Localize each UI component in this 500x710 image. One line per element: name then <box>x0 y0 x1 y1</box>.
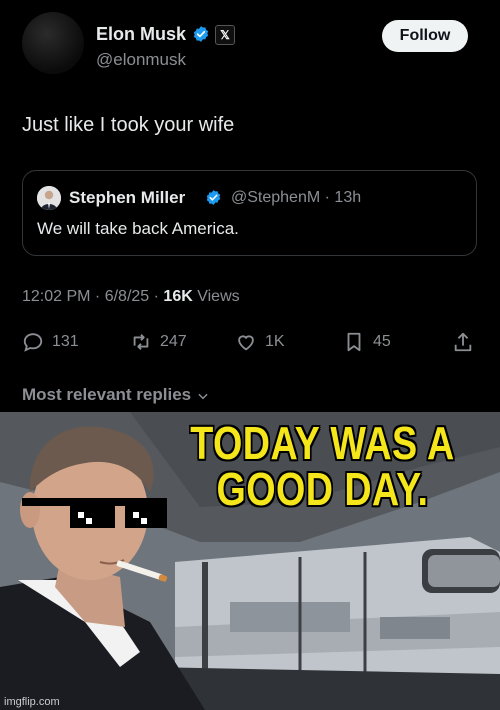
repost-icon <box>133 334 149 350</box>
views-count: 16K <box>163 288 193 305</box>
reply-button[interactable]: 131 <box>22 328 79 356</box>
caption-line-2: GOOD DAY. <box>216 463 429 515</box>
x-logo-icon: 𝕏 <box>215 25 235 45</box>
chevron-down-icon <box>198 393 208 399</box>
quote-meta: @StephenM · 13h <box>231 189 361 207</box>
quote-text: We will take back America. <box>37 219 239 238</box>
reply-count: 131 <box>52 333 79 350</box>
author-handle[interactable]: @elonmusk <box>96 50 186 70</box>
reply-icon <box>23 333 43 352</box>
meme-image: TODAY WAS A GOOD DAY. imgflip.com <box>0 412 500 710</box>
watermark: imgflip.com <box>4 696 60 708</box>
author-avatar[interactable] <box>22 12 84 74</box>
views-label: Views <box>197 288 240 305</box>
quote-author-avatar[interactable] <box>37 186 61 210</box>
quote-time: · 13h <box>324 189 362 206</box>
bookmark-count: 45 <box>373 333 391 350</box>
replies-sort-label: Most relevant replies <box>22 385 192 404</box>
repost-button[interactable]: 247 <box>130 328 187 356</box>
share-icon <box>454 332 472 352</box>
verified-badge-icon <box>193 26 209 42</box>
quote-author-handle[interactable]: @StephenM <box>231 189 320 206</box>
bookmark-icon <box>347 332 361 352</box>
verified-badge-icon <box>206 190 221 205</box>
author-name[interactable]: Elon Musk <box>96 24 186 45</box>
tweet-meta: 12:02 PM · 6/8/25 · 16K Views <box>22 288 240 306</box>
bookmark-button[interactable]: 45 <box>343 328 391 356</box>
caption-line-1: TODAY WAS A <box>190 417 455 469</box>
share-button[interactable] <box>452 328 482 356</box>
quoted-tweet[interactable]: Stephen Miller @StephenM · 13h We will t… <box>22 170 477 256</box>
quote-author-name[interactable]: Stephen Miller <box>69 188 185 208</box>
repost-count: 247 <box>160 333 187 350</box>
tweet-card: Elon Musk 𝕏 @elonmusk Follow Just like I… <box>0 0 500 412</box>
follow-button[interactable]: Follow <box>382 20 468 52</box>
meme-caption: TODAY WAS A GOOD DAY. <box>181 420 464 512</box>
replies-sort-dropdown[interactable]: Most relevant replies <box>22 385 210 405</box>
tweet-timestamp[interactable]: 12:02 PM · 6/8/25 · <box>22 288 159 305</box>
action-bar: 131 247 1K 45 <box>0 328 500 356</box>
like-count: 1K <box>265 333 285 350</box>
like-button[interactable]: 1K <box>235 328 285 356</box>
tweet-text: Just like I took your wife <box>22 114 235 136</box>
like-icon <box>238 335 254 351</box>
